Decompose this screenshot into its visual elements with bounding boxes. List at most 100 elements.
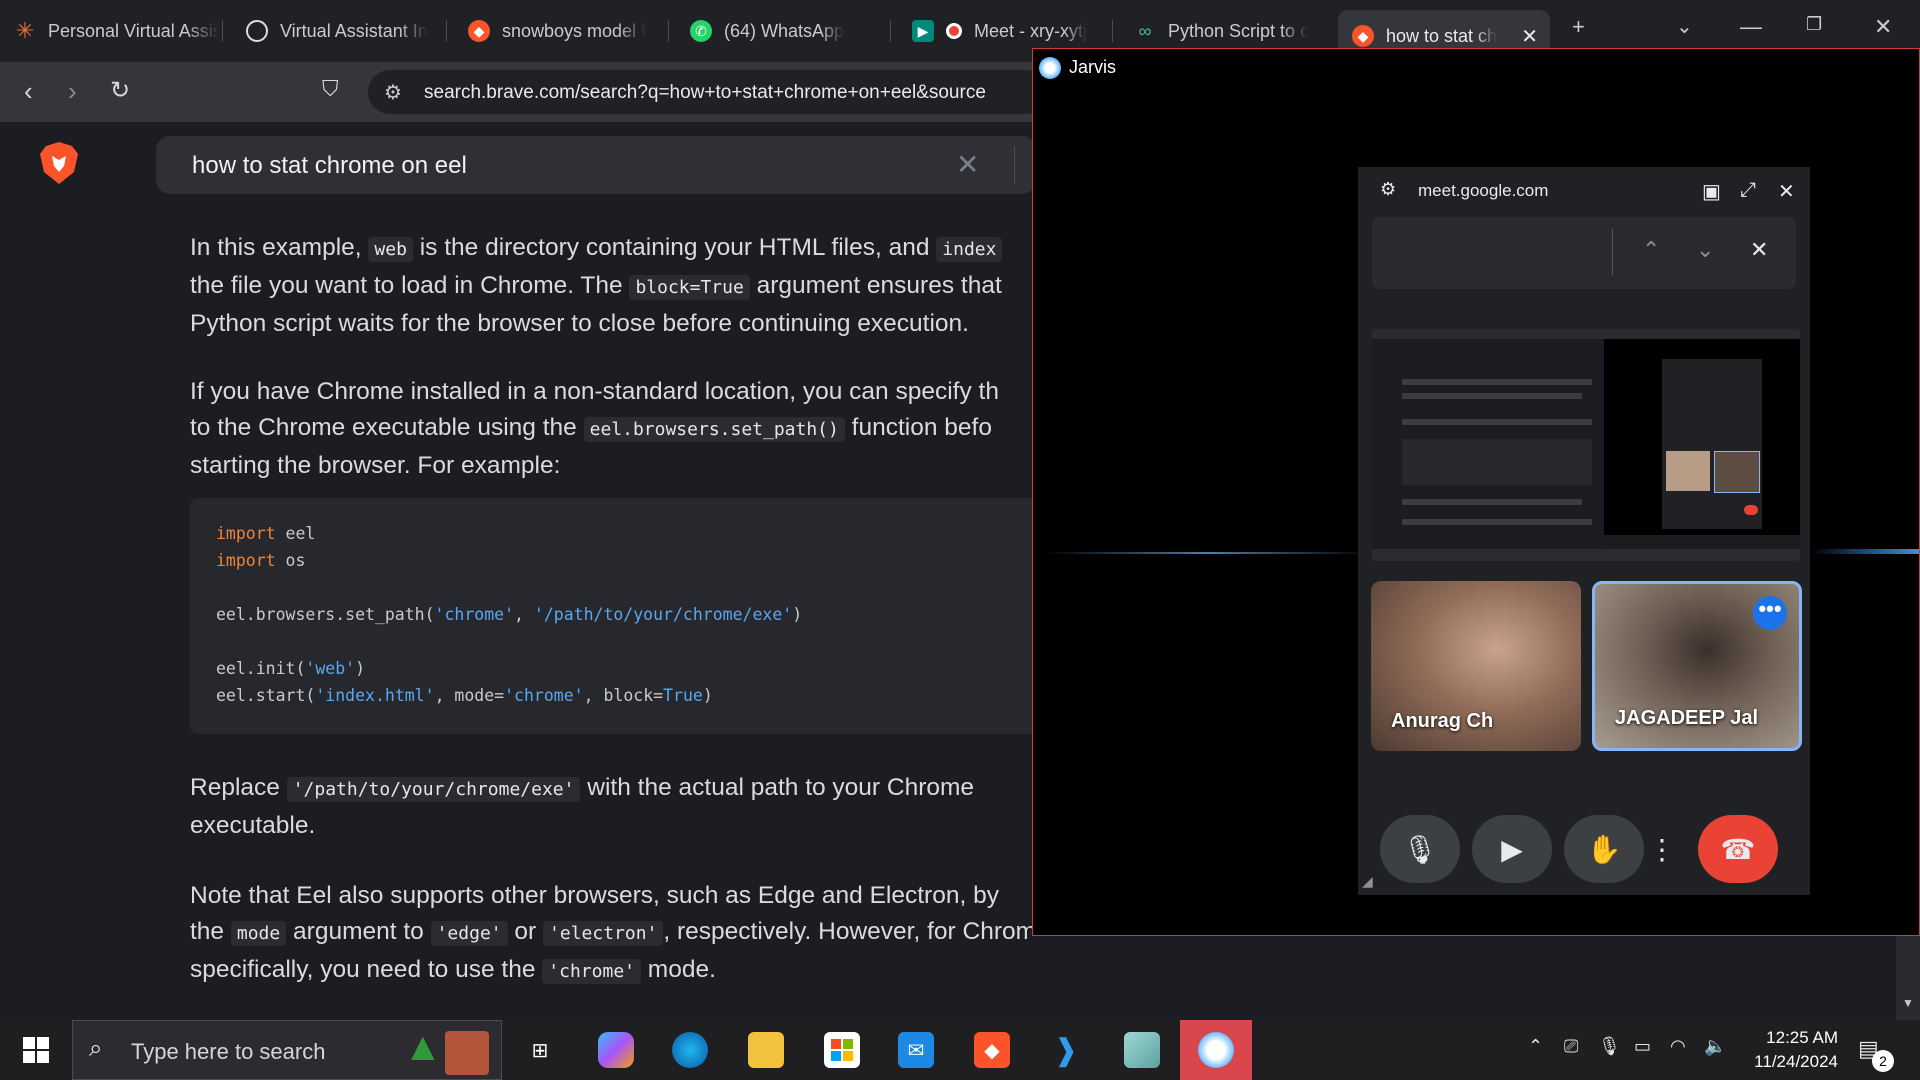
shared-screen-preview <box>1372 329 1800 561</box>
bookmark-icon[interactable]: ⛉ <box>322 76 339 102</box>
inline-code: web <box>368 237 413 262</box>
restore-icon[interactable]: ❐ <box>1806 14 1822 35</box>
answer-paragraph-1: In this example, web is the directory co… <box>190 234 1003 337</box>
address-bar-row: ‹ › ↻ ⛉ ⚙ search.brave.com/search?q=how+… <box>0 62 1048 122</box>
site-settings-icon[interactable]: ⚙ <box>1380 179 1396 200</box>
notification-badge: 2 <box>1872 1050 1894 1072</box>
brave-taskbar-icon[interactable]: ◆ <box>974 1032 1010 1068</box>
tab-label: Meet - xry-xytj <box>974 20 1088 41</box>
scroll-down-icon[interactable]: ▼ <box>1902 996 1914 1010</box>
brave-logo-icon[interactable] <box>38 140 80 186</box>
inline-code: '/path/to/your/chrome/exe' <box>286 777 581 802</box>
inline-code: 'edge' <box>430 921 508 946</box>
pip-close-icon[interactable]: ✕ <box>1778 179 1795 204</box>
inline-code: 'electron' <box>543 921 664 946</box>
volume-icon[interactable]: 🔈 <box>1704 1036 1726 1057</box>
tab-python-script[interactable]: ∞ Python Script to c <box>1120 10 1320 52</box>
search-input[interactable]: how to stat chrome on eel ✕ <box>156 136 1032 194</box>
jarvis-taskbar-button[interactable] <box>1180 1020 1252 1080</box>
tab-personal-virtual-assistant[interactable]: ✳ Personal Virtual Assistant <box>0 10 220 52</box>
kebab-icon: ⋮ <box>1648 833 1676 865</box>
close-tab-icon[interactable]: ✕ <box>1521 24 1538 49</box>
jarvis-taskbar-icon <box>1198 1032 1234 1068</box>
participant-tile[interactable]: Anurag Ch <box>1371 581 1581 751</box>
tab-snowboys[interactable]: ◆ snowboys model f <box>454 10 664 52</box>
raise-hand-button[interactable]: ✋ <box>1564 815 1644 883</box>
answer-paragraph-4: Note that Eel also supports other browse… <box>190 882 1032 984</box>
brave-icon: ◆ <box>468 20 490 42</box>
minimize-icon[interactable]: — <box>1740 14 1762 40</box>
microphone-in-use-icon[interactable]: 🎙 <box>1598 1036 1621 1057</box>
edge-icon[interactable] <box>672 1032 708 1068</box>
file-explorer-icon[interactable] <box>748 1032 784 1068</box>
resize-handle-icon[interactable]: ◢ <box>1362 873 1373 890</box>
tab-divider <box>222 20 223 42</box>
preview-page <box>1372 339 1604 549</box>
show-hidden-icons-chevron-icon[interactable]: ⌃ <box>1528 1036 1543 1057</box>
microsoft-store-icon[interactable] <box>824 1032 860 1068</box>
find-previous-icon[interactable]: ⌃ <box>1642 237 1660 263</box>
clock-date: 11/24/2024 <box>1754 1052 1838 1071</box>
tab-label: Personal Virtual Assistant <box>48 20 220 41</box>
more-button[interactable]: ⋮ <box>1644 815 1680 883</box>
inline-code: block=True <box>629 275 750 300</box>
search-divider <box>1014 146 1015 184</box>
microphone-icon: 🎙 <box>1402 833 1438 865</box>
microphone-button[interactable]: 🎙 <box>1380 815 1460 883</box>
site-settings-icon[interactable]: ⚙ <box>384 80 402 105</box>
task-view-icon[interactable]: ⊞ <box>522 1032 558 1068</box>
preview-taskbar <box>1372 549 1800 561</box>
preview-tabbar <box>1372 329 1800 339</box>
find-close-icon[interactable]: ✕ <box>1750 237 1768 263</box>
page-scrollbar[interactable]: ▼ <box>1896 934 1920 1020</box>
address-bar[interactable]: ⚙ search.brave.com/search?q=how+to+stat+… <box>368 70 1048 114</box>
tab-label: snowboys model f <box>502 20 647 41</box>
vscode-icon[interactable]: ❱ <box>1048 1032 1084 1068</box>
system-clock[interactable]: 12:25 AM 11/24/2024 <box>1730 1026 1838 1074</box>
pip-header: ⚙ meet.google.com ▣ ⤢ ✕ <box>1358 167 1810 217</box>
find-next-icon[interactable]: ⌄ <box>1696 237 1714 263</box>
forward-icon[interactable]: › <box>68 76 77 107</box>
new-tab-icon[interactable]: + <box>1572 14 1585 40</box>
end-call-button[interactable]: ☎ <box>1698 815 1778 883</box>
chatgpt-icon <box>246 20 268 42</box>
voice-wave <box>1043 552 1373 554</box>
wifi-icon[interactable]: ◠ <box>1670 1036 1686 1057</box>
camera-button[interactable]: ▶ <box>1472 815 1552 883</box>
find-divider <box>1612 229 1613 275</box>
phone-hangup-icon: ☎ <box>1720 833 1756 865</box>
windows-start-icon[interactable] <box>18 1032 54 1068</box>
link-icon: ∞ <box>1138 20 1152 41</box>
back-icon[interactable]: ‹ <box>24 76 33 107</box>
jarvis-icon <box>1039 57 1061 79</box>
participant-tile-active[interactable]: ••• JAGADEEP Jal <box>1592 581 1802 751</box>
back-to-tab-icon[interactable]: ▣ <box>1702 179 1721 204</box>
device-icon[interactable]: ⎚ <box>1564 1036 1578 1057</box>
pip-url: meet.google.com <box>1418 181 1549 200</box>
recording-icon <box>946 23 962 39</box>
window-close-icon[interactable]: ✕ <box>1874 14 1892 40</box>
inline-code: mode <box>230 921 287 946</box>
tab-search-chevron-icon[interactable]: ⌄ <box>1676 14 1693 39</box>
tab-label: (64) WhatsApp <box>724 20 845 41</box>
tab-virtual-assistant[interactable]: Virtual Assistant In <box>232 10 442 52</box>
clear-search-icon[interactable]: ✕ <box>956 148 979 181</box>
tab-divider <box>446 20 447 42</box>
taskbar-search[interactable]: ⌕ Type here to search ▲ <box>72 1020 502 1080</box>
mail-icon[interactable]: ✉ <box>898 1032 934 1068</box>
windows-taskbar: ⌕ Type here to search ▲ ⊞ ✉ ◆ ❱ ⌃ ⎚ 🎙 ▭ … <box>0 1020 1920 1080</box>
brave-icon: ◆ <box>1352 25 1374 47</box>
search-icon: ⌕ <box>89 1035 103 1062</box>
expand-icon[interactable]: ⤢ <box>1740 179 1756 202</box>
reload-icon[interactable]: ↻ <box>110 76 130 105</box>
tab-meet[interactable]: ▶ Meet - xry-xytj <box>898 10 1098 52</box>
voice-wave <box>1811 549 1919 554</box>
notepad-icon[interactable] <box>1124 1032 1160 1068</box>
jarvis-title: Jarvis <box>1069 57 1117 77</box>
code-line: eel.init('web') <box>216 659 366 678</box>
battery-icon[interactable]: ▭ <box>1634 1036 1651 1057</box>
more-options-icon[interactable]: ••• <box>1753 596 1787 630</box>
tab-whatsapp[interactable]: ✆ (64) WhatsApp <box>676 10 886 52</box>
copilot-icon[interactable] <box>598 1032 634 1068</box>
asterisk-icon: ✳ <box>15 18 35 43</box>
